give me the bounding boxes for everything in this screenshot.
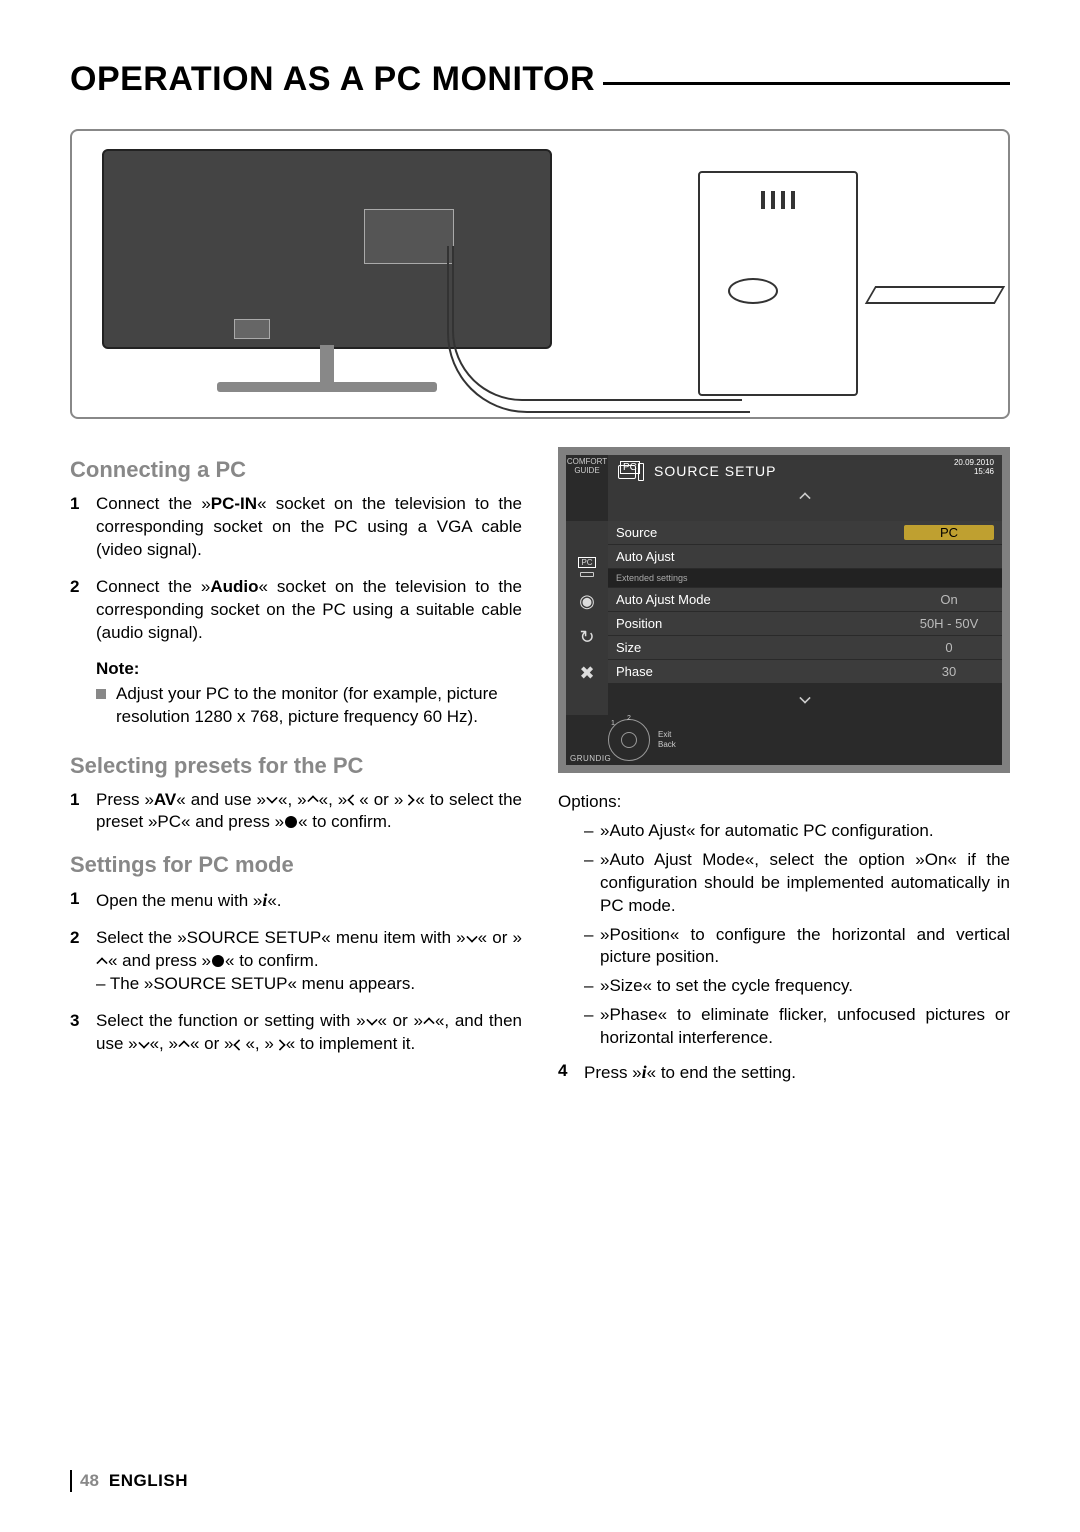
page-title-text: OPERATION AS A PC MONITOR bbox=[70, 60, 595, 99]
osd-timestamp: 20.09.201015:46 bbox=[954, 459, 994, 477]
scroll-up-icon bbox=[799, 492, 810, 503]
note-body: Adjust your PC to the monitor (for examp… bbox=[96, 683, 522, 729]
eye-icon: ◉ bbox=[575, 589, 599, 613]
ok-icon bbox=[285, 816, 297, 828]
brand-label: GRUNDIG bbox=[570, 754, 611, 763]
tv-warning-label bbox=[234, 319, 270, 339]
page-footer: 48 ENGLISH bbox=[70, 1470, 188, 1492]
right-icon bbox=[404, 794, 415, 805]
right-column: COMFORT GUIDE PC SOURCE SETUP 20.09.2010… bbox=[558, 447, 1010, 1099]
connection-diagram bbox=[70, 129, 1010, 419]
options-list: Options: –»Auto Ajust« for automatic PC … bbox=[558, 791, 1010, 1050]
settings-step-3: 3 Select the function or setting with »«… bbox=[70, 1010, 522, 1056]
osd-nav-hints: 1 2 ExitBack GRUNDIG bbox=[566, 715, 1002, 765]
osd-row-position: Position50H - 50V bbox=[608, 612, 1002, 636]
pc-tower-illustration bbox=[698, 171, 858, 396]
title-rule bbox=[603, 82, 1010, 85]
pc-source-icon: PC bbox=[616, 459, 644, 481]
connecting-step-2: 2 Connect the »Audio« socket on the tele… bbox=[70, 576, 522, 645]
refresh-icon: ↻ bbox=[575, 625, 599, 649]
osd-row-source: SourcePC bbox=[608, 521, 1002, 545]
osd-row-auto-ajust: Auto Ajust bbox=[608, 545, 1002, 569]
ok-icon bbox=[212, 955, 224, 967]
left-icon bbox=[348, 794, 359, 805]
presets-step-1: 1 Press »AV« and use »«, »«, »« or »« to… bbox=[70, 789, 522, 835]
note-label: Note: bbox=[96, 659, 522, 679]
down-icon bbox=[466, 931, 477, 942]
nav-pad-icon: 1 2 bbox=[608, 719, 650, 761]
settings-step-2: 2 Select the »SOURCE SETUP« menu item wi… bbox=[70, 927, 522, 996]
up-icon bbox=[96, 957, 107, 968]
page-number: 48 bbox=[80, 1471, 99, 1491]
heading-presets: Selecting presets for the PC bbox=[70, 753, 522, 779]
down-icon bbox=[266, 792, 277, 803]
osd-category-icons: PC ◉ ↻ ✖ bbox=[566, 521, 608, 715]
settings-step-4: 4 Press »i« to end the setting. bbox=[558, 1060, 1010, 1085]
osd-row-size: Size0 bbox=[608, 636, 1002, 660]
page-language: ENGLISH bbox=[109, 1471, 188, 1491]
connecting-step-1: 1 Connect the »PC-IN« socket on the tele… bbox=[70, 493, 522, 562]
settings-step-1: 1 Open the menu with »i«. bbox=[70, 888, 522, 913]
cd-drive-icon bbox=[728, 278, 778, 304]
left-icon bbox=[234, 1039, 245, 1050]
osd-extended-header: Extended settings bbox=[608, 569, 1002, 588]
pc-icon: PC bbox=[575, 553, 599, 577]
comfort-guide-label: COMFORT GUIDE bbox=[566, 455, 608, 521]
tv-connector-panel bbox=[364, 209, 454, 264]
scroll-down-icon bbox=[799, 692, 810, 703]
up-icon bbox=[423, 1017, 434, 1028]
osd-row-phase: Phase30 bbox=[608, 660, 1002, 684]
options-label: Options: bbox=[558, 791, 1010, 814]
heading-connecting: Connecting a PC bbox=[70, 457, 522, 483]
osd-title: SOURCE SETUP bbox=[654, 463, 994, 479]
left-column: Connecting a PC 1 Connect the »PC-IN« so… bbox=[70, 447, 522, 1099]
osd-screenshot: COMFORT GUIDE PC SOURCE SETUP 20.09.2010… bbox=[558, 447, 1010, 773]
page-title: OPERATION AS A PC MONITOR bbox=[70, 60, 1010, 99]
heading-settings: Settings for PC mode bbox=[70, 852, 522, 878]
keyboard-illustration bbox=[865, 286, 1005, 304]
down-icon bbox=[366, 1014, 377, 1025]
bullet-icon bbox=[96, 689, 106, 699]
down-icon bbox=[138, 1037, 149, 1048]
up-icon bbox=[307, 795, 318, 806]
up-icon bbox=[178, 1040, 189, 1051]
osd-row-auto-ajust-mode: Auto Ajust ModeOn bbox=[608, 588, 1002, 612]
tools-icon: ✖ bbox=[575, 661, 599, 685]
right-icon bbox=[274, 1039, 285, 1050]
osd-settings-table: SourcePC Auto Ajust Extended settings Au… bbox=[608, 521, 1002, 715]
